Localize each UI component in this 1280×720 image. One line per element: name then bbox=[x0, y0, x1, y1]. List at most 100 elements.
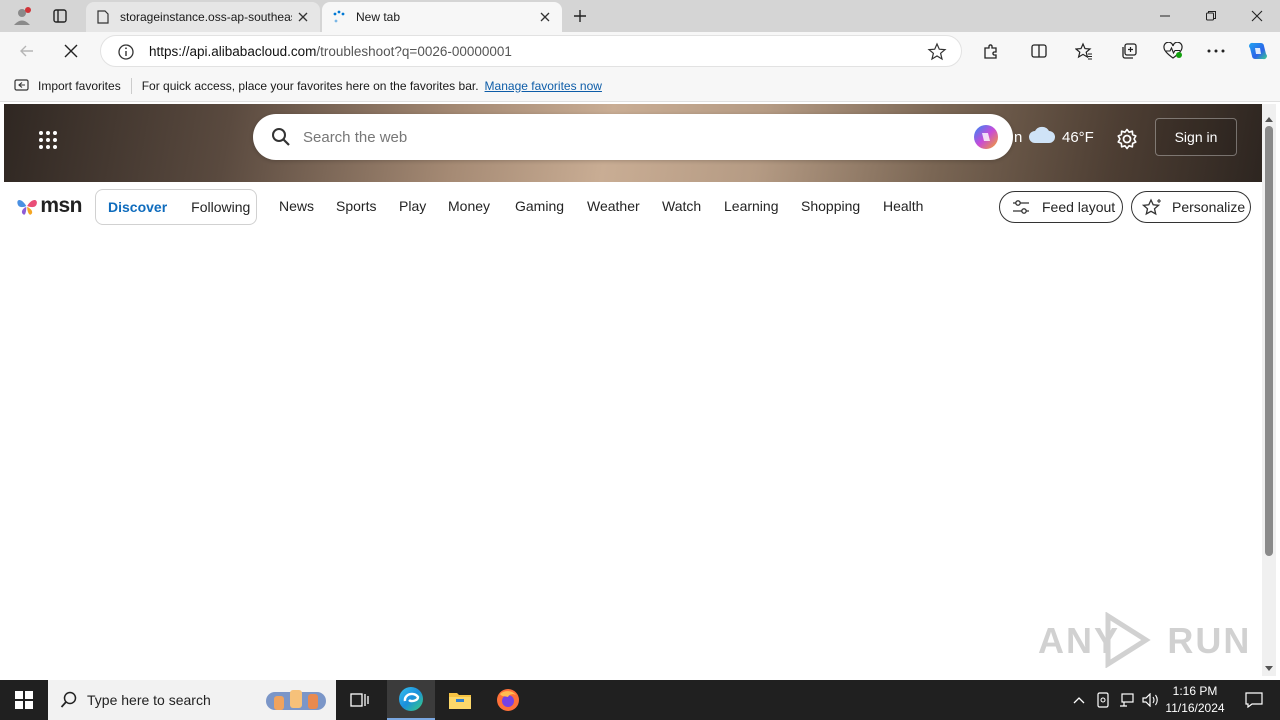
close-icon[interactable] bbox=[292, 6, 314, 28]
windows-taskbar: Type here to search 1:16 PM 11/16/2024 bbox=[0, 680, 1280, 720]
back-button[interactable] bbox=[12, 36, 42, 66]
import-favorites-icon[interactable] bbox=[14, 78, 32, 94]
scroll-down-arrow-icon[interactable] bbox=[1265, 660, 1273, 671]
web-search-input[interactable] bbox=[303, 128, 903, 146]
collections-button[interactable] bbox=[1114, 36, 1144, 66]
nav-play[interactable]: Play bbox=[399, 198, 426, 214]
address-bar[interactable]: https://api.alibabacloud.com/troubleshoo… bbox=[100, 35, 962, 67]
app-launcher-button[interactable] bbox=[34, 126, 62, 154]
puzzle-icon bbox=[984, 44, 997, 59]
heartbeat-icon bbox=[1163, 42, 1183, 59]
nav-learning[interactable]: Learning bbox=[724, 198, 779, 214]
split-screen-button[interactable] bbox=[1024, 36, 1054, 66]
minimize-button[interactable] bbox=[1142, 0, 1188, 32]
close-icon[interactable] bbox=[534, 6, 556, 28]
nav-watch[interactable]: Watch bbox=[662, 198, 701, 214]
nav-gaming[interactable]: Gaming bbox=[515, 198, 564, 214]
folder-icon bbox=[449, 693, 471, 709]
settings-more-button[interactable] bbox=[1201, 36, 1231, 66]
page-icon bbox=[96, 10, 110, 24]
tray-overflow-button[interactable] bbox=[1068, 680, 1090, 720]
restore-button[interactable] bbox=[1188, 0, 1234, 32]
browser-titlebar: storageinstance.oss-ap-southeast New tab bbox=[0, 0, 1280, 32]
nav-money[interactable]: Money bbox=[448, 198, 490, 214]
nav-shopping[interactable]: Shopping bbox=[801, 198, 860, 214]
close-window-button[interactable] bbox=[1234, 0, 1280, 32]
start-button[interactable] bbox=[0, 680, 48, 720]
tab-following[interactable]: Following bbox=[191, 199, 250, 215]
msn-nav-bar: msn Discover Following News Sports Play … bbox=[4, 182, 1262, 230]
device-icon bbox=[1097, 692, 1109, 708]
tray-volume-icon[interactable] bbox=[1140, 680, 1162, 720]
task-view-icon bbox=[350, 693, 369, 707]
sparkle-star-icon bbox=[1142, 198, 1162, 216]
favorites-bar: Import favorites For quick access, place… bbox=[0, 70, 1280, 102]
feed-layout-button[interactable]: Feed layout bbox=[999, 191, 1123, 223]
restore-icon bbox=[1206, 11, 1216, 21]
favorites-star-icon bbox=[1075, 42, 1092, 60]
tray-network-icon[interactable] bbox=[1116, 680, 1138, 720]
star-icon bbox=[927, 42, 947, 61]
windows-logo-icon bbox=[15, 691, 33, 709]
taskbar-search-placeholder: Type here to search bbox=[87, 692, 211, 708]
new-tab-button[interactable] bbox=[568, 4, 592, 28]
task-view-button[interactable] bbox=[336, 680, 384, 720]
anyrun-watermark: ANY RUN bbox=[1038, 611, 1249, 669]
nav-health[interactable]: Health bbox=[883, 198, 923, 214]
scroll-up-arrow-icon[interactable] bbox=[1265, 110, 1273, 122]
speaker-icon bbox=[1142, 693, 1158, 707]
minimize-icon bbox=[1160, 15, 1170, 17]
browser-toolbar: https://api.alibabacloud.com/troubleshoo… bbox=[0, 32, 1280, 70]
taskbar-file-explorer[interactable] bbox=[436, 680, 484, 720]
url-path: /troubleshoot?q=0026-00000001 bbox=[316, 43, 512, 59]
weather-city[interactable]: n bbox=[1014, 129, 1022, 146]
search-highlight-icon bbox=[264, 684, 328, 716]
search-icon bbox=[271, 127, 291, 147]
copilot-search-icon[interactable] bbox=[973, 124, 999, 150]
page-scrollbar[interactable] bbox=[1262, 104, 1276, 676]
tab-label: New tab bbox=[356, 10, 401, 24]
tab-discover[interactable]: Discover bbox=[108, 199, 167, 215]
address-url: https://api.alibabacloud.com/troubleshoo… bbox=[149, 44, 512, 59]
nav-news[interactable]: News bbox=[279, 198, 314, 214]
profile-avatar[interactable] bbox=[10, 4, 34, 28]
tab-new-tab[interactable]: New tab bbox=[322, 2, 562, 32]
nav-weather[interactable]: Weather bbox=[587, 198, 640, 214]
nav-sports[interactable]: Sports bbox=[336, 198, 376, 214]
copilot-icon bbox=[1249, 42, 1267, 60]
plus-icon bbox=[574, 10, 586, 22]
web-search-box[interactable] bbox=[253, 114, 1013, 160]
manage-favorites-link[interactable]: Manage favorites now bbox=[485, 79, 602, 93]
firefox-icon bbox=[497, 689, 519, 711]
stop-loading-button[interactable] bbox=[56, 36, 86, 66]
sign-in-button[interactable]: Sign in bbox=[1155, 118, 1237, 156]
extensions-button[interactable] bbox=[976, 36, 1006, 66]
taskbar-firefox[interactable] bbox=[484, 680, 532, 720]
favorites-button[interactable] bbox=[1069, 36, 1099, 66]
close-icon bbox=[64, 44, 78, 58]
weather-temperature[interactable]: 46°F bbox=[1062, 129, 1094, 146]
site-info-icon[interactable] bbox=[117, 43, 135, 61]
favorite-star-button[interactable] bbox=[927, 42, 947, 62]
msn-logo[interactable]: msn bbox=[16, 192, 82, 220]
taskbar-edge[interactable] bbox=[387, 680, 435, 720]
tab-actions-button[interactable] bbox=[48, 4, 72, 28]
browser-essentials-button[interactable] bbox=[1158, 36, 1188, 66]
tab-storageinstance[interactable]: storageinstance.oss-ap-southeast bbox=[86, 2, 320, 32]
personalize-button[interactable]: Personalize bbox=[1131, 191, 1251, 223]
tray-device-icon[interactable] bbox=[1092, 680, 1114, 720]
taskbar-clock[interactable]: 1:16 PM 11/16/2024 bbox=[1160, 683, 1230, 717]
favorites-bar-divider bbox=[130, 77, 132, 94]
network-icon bbox=[1120, 693, 1134, 707]
msn-butterfly-icon bbox=[17, 199, 37, 215]
taskbar-search-box[interactable]: Type here to search bbox=[48, 680, 336, 720]
favorites-bar-hint: For quick access, place your favorites h… bbox=[141, 78, 479, 93]
import-favorites-link[interactable]: Import favorites bbox=[38, 79, 121, 93]
clock-time: 1:16 PM bbox=[1172, 684, 1218, 698]
cloud-icon[interactable] bbox=[1028, 125, 1056, 147]
copilot-button[interactable] bbox=[1243, 36, 1273, 66]
notifications-button[interactable] bbox=[1234, 680, 1274, 720]
clock-date: 11/16/2024 bbox=[1165, 701, 1225, 715]
page-settings-button[interactable] bbox=[1114, 126, 1140, 152]
scrollbar-thumb[interactable] bbox=[1265, 126, 1273, 556]
